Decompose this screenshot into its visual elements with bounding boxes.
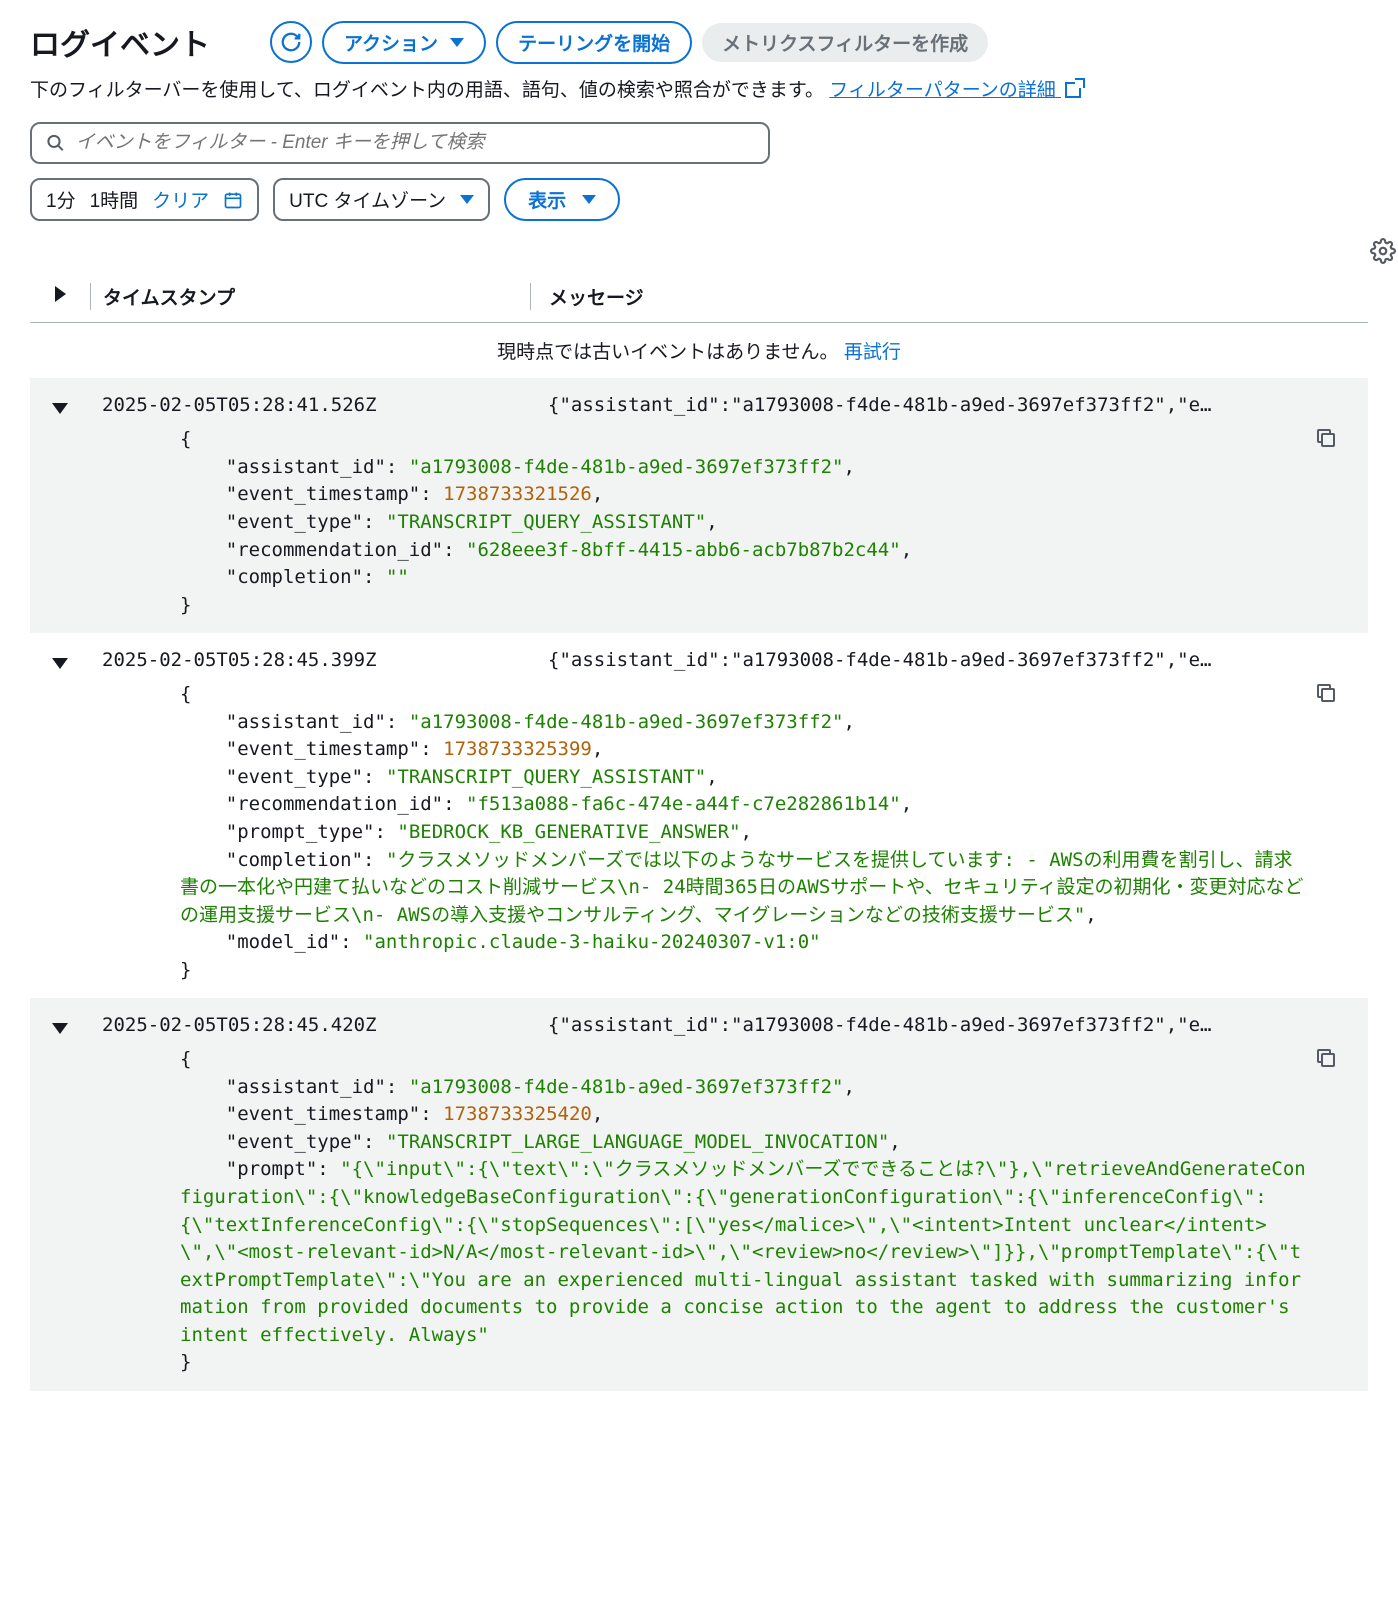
- chevron-down-icon: [52, 658, 68, 669]
- log-event: 2025-02-05T05:28:41.526Z{"assistant_id":…: [30, 378, 1368, 633]
- page-title: ログイベント: [30, 20, 210, 64]
- timestamp-cell: 2025-02-05T05:28:45.399Z: [90, 649, 530, 671]
- expand-all-header[interactable]: [30, 286, 90, 308]
- start-tailing-button[interactable]: テーリングを開始: [496, 21, 692, 64]
- chevron-down-icon: [52, 1023, 68, 1034]
- refresh-icon: [280, 31, 302, 53]
- create-metrics-filter-button: メトリクスフィルターを作成: [702, 23, 988, 62]
- subtitle: 下のフィルターバーを使用して、ログイベント内の用語、語句、値の検索や照合ができま…: [30, 76, 1368, 106]
- one-hour-option[interactable]: 1時間: [90, 186, 139, 213]
- retry-link[interactable]: 再試行: [844, 342, 901, 363]
- display-label: 表示: [528, 186, 566, 213]
- timezone-select[interactable]: UTC タイムゾーン: [273, 178, 490, 221]
- timestamp-cell: 2025-02-05T05:28:41.526Z: [90, 394, 530, 416]
- chevron-down-icon: [582, 195, 596, 204]
- timestamp-header[interactable]: タイムスタンプ: [90, 283, 530, 310]
- copy-button[interactable]: [1314, 681, 1338, 705]
- subtitle-text: 下のフィルターバーを使用して、ログイベント内の用語、語句、値の検索や照合ができま…: [30, 80, 824, 101]
- copy-button[interactable]: [1314, 1046, 1338, 1070]
- refresh-button[interactable]: [270, 21, 312, 63]
- timezone-label: UTC タイムゾーン: [289, 186, 446, 213]
- log-event: 2025-02-05T05:28:45.399Z{"assistant_id":…: [30, 633, 1368, 998]
- gear-icon: [1370, 238, 1396, 264]
- timestamp-cell: 2025-02-05T05:28:45.420Z: [90, 1014, 530, 1036]
- log-json-body: { "assistant_id": "a1793008-f4de-481b-a9…: [30, 681, 1368, 984]
- message-summary: {"assistant_id":"a1793008-f4de-481b-a9ed…: [530, 649, 1368, 671]
- chevron-down-icon: [460, 195, 474, 204]
- create-metrics-filter-label: メトリクスフィルターを作成: [722, 29, 968, 56]
- copy-icon: [1314, 426, 1338, 450]
- chevron-down-icon: [450, 38, 464, 47]
- play-icon: [55, 286, 66, 302]
- clear-button[interactable]: クリア: [152, 186, 209, 213]
- message-summary: {"assistant_id":"a1793008-f4de-481b-a9ed…: [530, 394, 1368, 416]
- search-icon: [46, 133, 65, 153]
- copy-icon: [1314, 1046, 1338, 1070]
- filter-pattern-docs-link[interactable]: フィルターパターンの詳細: [829, 80, 1081, 101]
- time-range-box[interactable]: 1分 1時間 クリア: [30, 178, 259, 221]
- collapse-toggle[interactable]: [30, 1014, 90, 1040]
- no-older-events: 現時点では古いイベントはありません。 再試行: [30, 323, 1368, 378]
- message-header[interactable]: メッセージ: [530, 283, 1368, 310]
- log-json-body: { "assistant_id": "a1793008-f4de-481b-a9…: [30, 1046, 1368, 1377]
- copy-icon: [1314, 681, 1338, 705]
- log-row: 2025-02-05T05:28:41.526Z{"assistant_id":…: [30, 388, 1368, 426]
- copy-button[interactable]: [1314, 426, 1338, 450]
- external-link-icon: [1065, 82, 1081, 98]
- chevron-down-icon: [52, 403, 68, 414]
- actions-button[interactable]: アクション: [322, 21, 486, 64]
- actions-label: アクション: [344, 29, 438, 56]
- log-row: 2025-02-05T05:28:45.420Z{"assistant_id":…: [30, 1008, 1368, 1046]
- search-input-container[interactable]: [30, 122, 770, 164]
- one-minute-option[interactable]: 1分: [46, 186, 76, 213]
- start-tailing-label: テーリングを開始: [518, 29, 670, 56]
- collapse-toggle[interactable]: [30, 394, 90, 420]
- log-event: 2025-02-05T05:28:45.420Z{"assistant_id":…: [30, 998, 1368, 1391]
- events-list: 2025-02-05T05:28:41.526Z{"assistant_id":…: [30, 378, 1368, 1390]
- settings-button[interactable]: [1370, 238, 1396, 264]
- search-input[interactable]: [76, 132, 754, 154]
- calendar-icon[interactable]: [223, 190, 243, 210]
- log-row: 2025-02-05T05:28:45.399Z{"assistant_id":…: [30, 643, 1368, 681]
- table-header: タイムスタンプ メッセージ: [30, 271, 1368, 323]
- message-summary: {"assistant_id":"a1793008-f4de-481b-a9ed…: [530, 1014, 1368, 1036]
- collapse-toggle[interactable]: [30, 649, 90, 675]
- log-json-body: { "assistant_id": "a1793008-f4de-481b-a9…: [30, 426, 1368, 619]
- display-button[interactable]: 表示: [504, 178, 620, 221]
